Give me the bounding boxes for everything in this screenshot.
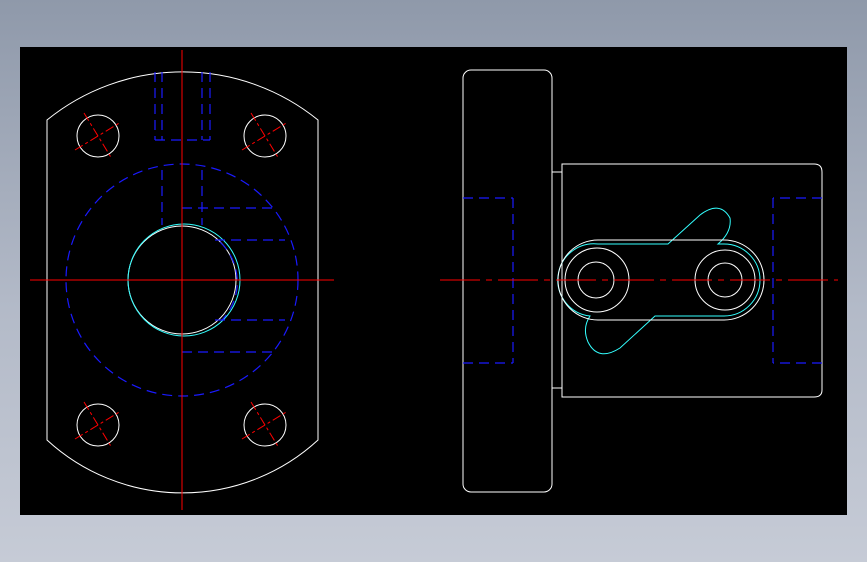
side-view bbox=[440, 69, 838, 493]
cad-viewport[interactable] bbox=[20, 47, 847, 515]
lever-highlight bbox=[557, 207, 761, 355]
side-flange-plate bbox=[462, 69, 553, 493]
front-view bbox=[30, 50, 334, 510]
front-view-center-lines bbox=[30, 50, 334, 510]
cad-drawing bbox=[30, 50, 838, 510]
